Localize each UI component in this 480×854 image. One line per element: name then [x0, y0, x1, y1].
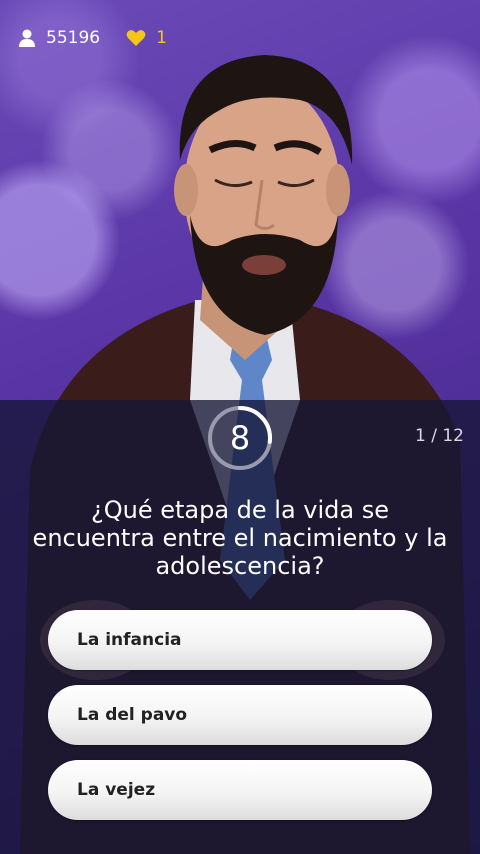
status-bar: 55196 1 [18, 26, 167, 50]
answer-option-3[interactable]: La vejez [48, 760, 432, 820]
answer-label: La del pavo [77, 705, 188, 725]
question-text: ¿Qué etapa de la vida se encuentra entre… [32, 496, 448, 580]
user-icon [19, 29, 35, 47]
timer-seconds: 8 [229, 419, 251, 457]
answer-option-1[interactable]: La infancia [48, 610, 432, 670]
lives-count: 1 [156, 28, 167, 48]
answer-label: La infancia [77, 630, 182, 650]
countdown-timer: 8 [206, 404, 274, 472]
heart-icon [126, 30, 146, 46]
player-count: 55196 [46, 28, 101, 48]
question-progress: 1 / 12 [415, 426, 464, 446]
answer-label: La vejez [77, 780, 156, 800]
answer-option-2[interactable]: La del pavo [48, 685, 432, 745]
